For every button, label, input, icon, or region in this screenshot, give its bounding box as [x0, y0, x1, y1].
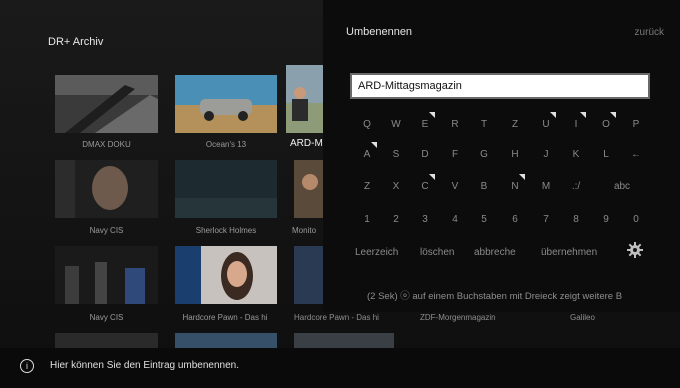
back-button[interactable]: zurück [635, 27, 664, 38]
key-w[interactable]: W [384, 116, 408, 134]
tile-label: Ocean's 13 [205, 140, 247, 149]
key-9[interactable]: 9 [594, 211, 618, 229]
key-c[interactable]: C [413, 174, 437, 196]
key-n-label: N [511, 181, 519, 192]
key-b[interactable]: B [472, 178, 496, 196]
recording-tile-oceans13[interactable] [175, 75, 277, 133]
key-h[interactable]: H [503, 146, 527, 164]
tile-label: Hardcore Pawn - Das hi [294, 313, 379, 322]
tile-label: Monito [292, 226, 317, 235]
key-o[interactable]: O [594, 112, 618, 134]
recording-tile-dmax[interactable] [55, 75, 158, 133]
recording-thumbnail [55, 75, 158, 133]
recording-thumbnail [294, 246, 323, 304]
more-characters-triangle-icon [610, 112, 616, 118]
more-characters-triangle-icon [550, 112, 556, 118]
recording-thumbnail [55, 160, 158, 218]
key-q[interactable]: Q [355, 116, 379, 134]
tile-label: ZDF-Morgenmagazin [420, 313, 496, 322]
key-2[interactable]: 2 [384, 211, 408, 229]
key-e[interactable]: E [413, 112, 437, 134]
recording-tile-navycis[interactable] [55, 160, 158, 218]
recording-tile-hardcorepawn[interactable] [175, 246, 277, 304]
key-0[interactable]: 0 [624, 211, 648, 229]
tile-label: Hardcore Pawn - Das hi [182, 313, 268, 322]
recording-tile-partial[interactable] [55, 333, 158, 348]
keyboard-hint: (2 Sek) ⓞ auf einem Buchstaben mit Dreie… [367, 291, 623, 302]
key-l[interactable]: L [594, 146, 618, 164]
key-z-2[interactable]: Z [355, 178, 379, 196]
key-a-label: A [363, 149, 371, 160]
info-icon: i [20, 359, 34, 373]
gear-icon[interactable] [627, 242, 643, 258]
key-abc[interactable]: abc [608, 178, 636, 196]
recording-tile-monitor[interactable] [294, 160, 323, 218]
recording-tile-ard[interactable] [286, 65, 323, 133]
tile-label: Galileo [570, 313, 595, 322]
key-x[interactable]: X [384, 178, 408, 196]
key-c-label: C [421, 181, 429, 192]
tile-label: Sherlock Holmes [195, 226, 257, 235]
key-1[interactable]: 1 [355, 211, 379, 229]
key-o-label: O [602, 119, 610, 130]
recording-thumbnail [175, 246, 277, 304]
tile-label-focused: ARD-M [290, 138, 323, 149]
more-characters-triangle-icon [580, 112, 586, 118]
key-k[interactable]: K [564, 146, 588, 164]
key-j[interactable]: J [534, 146, 558, 164]
key-8[interactable]: 8 [564, 211, 588, 229]
app-title: DR+ Archiv [48, 36, 104, 48]
key-u[interactable]: U [534, 112, 558, 134]
tile-label: Navy CIS [89, 226, 124, 235]
key-u-label: U [542, 119, 550, 130]
recording-thumbnail [175, 75, 277, 133]
rename-title: Umbenennen [346, 26, 413, 38]
recording-thumbnail [55, 246, 158, 304]
key-3[interactable]: 3 [413, 211, 437, 229]
key-d[interactable]: D [413, 146, 437, 164]
space-button[interactable]: Leerzeich [355, 247, 398, 258]
recording-tile-partial[interactable] [175, 333, 277, 348]
key-m[interactable]: M [534, 178, 558, 196]
delete-button[interactable]: löschen [420, 247, 454, 258]
tile-label: Navy CIS [89, 313, 124, 322]
key-6[interactable]: 6 [503, 211, 527, 229]
status-message: Hier können Sie den Eintrag umbenennen. [50, 360, 240, 371]
key-g[interactable]: G [472, 146, 496, 164]
backspace-key[interactable]: ← [624, 146, 648, 164]
recording-thumbnail [294, 160, 323, 218]
tv-screen: DR+ Archiv DMAX DOKU Ocean's 13 ARD-M Na… [0, 0, 680, 388]
recording-tile-sherlock[interactable] [175, 160, 277, 218]
more-characters-triangle-icon [371, 142, 377, 148]
recording-tile-hardcorepawn-2[interactable] [294, 246, 323, 304]
recording-tile-navycis-2[interactable] [55, 246, 158, 304]
more-characters-triangle-icon [429, 174, 435, 180]
tile-label: DMAX DOKU [82, 140, 131, 149]
key-4[interactable]: 4 [443, 211, 467, 229]
key-a[interactable]: A [355, 142, 379, 164]
key-5[interactable]: 5 [472, 211, 496, 229]
recording-tile-partial[interactable] [294, 333, 394, 348]
key-e-label: E [421, 119, 429, 130]
key-f[interactable]: F [443, 146, 467, 164]
key-symbols[interactable]: .:/ [564, 178, 588, 196]
key-r[interactable]: R [443, 116, 467, 134]
key-n[interactable]: N [503, 174, 527, 196]
more-characters-triangle-icon [519, 174, 525, 180]
recording-thumbnail [175, 160, 277, 218]
key-s[interactable]: S [384, 146, 408, 164]
key-t[interactable]: T [472, 116, 496, 134]
key-i-label: I [574, 119, 578, 130]
cancel-button[interactable]: abbreche [474, 247, 516, 258]
key-7[interactable]: 7 [534, 211, 558, 229]
key-i[interactable]: I [564, 112, 588, 134]
recording-thumbnail [286, 65, 323, 133]
key-z[interactable]: Z [503, 116, 527, 134]
apply-button[interactable]: übernehmen [541, 247, 597, 258]
more-characters-triangle-icon [429, 112, 435, 118]
key-v[interactable]: V [443, 178, 467, 196]
name-input[interactable] [350, 73, 650, 99]
key-p[interactable]: P [624, 116, 648, 134]
